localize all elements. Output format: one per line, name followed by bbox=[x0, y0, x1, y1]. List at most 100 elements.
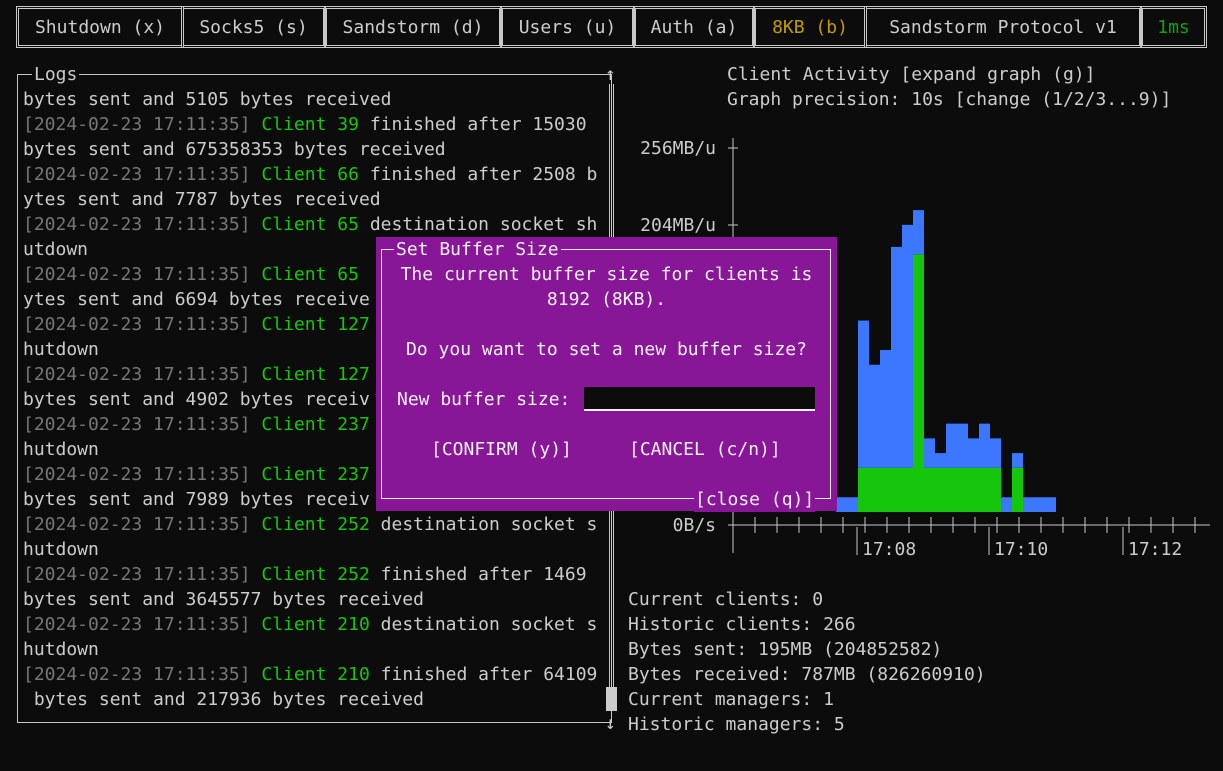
stat-current-clients: Current clients: 0 bbox=[628, 589, 824, 610]
log-client-id: Client 65 bbox=[261, 264, 359, 285]
log-message: bytes sent and 7989 bytes receiv bbox=[23, 489, 370, 510]
tab-protocol[interactable]: Sandstorm Protocol v1 bbox=[864, 6, 1142, 48]
log-message: bytes sent and 4902 bytes receiv bbox=[23, 389, 370, 410]
received-bar bbox=[836, 497, 847, 512]
log-message: bytes sent and 5105 bytes received bbox=[23, 89, 392, 110]
received-bar bbox=[1045, 497, 1056, 512]
tab-shutdown[interactable]: Shutdown (x) bbox=[16, 6, 184, 48]
scroll-down-arrow-icon[interactable]: ↓ bbox=[605, 711, 616, 736]
log-message: destination socket s bbox=[380, 514, 598, 535]
log-message: hutdown bbox=[23, 539, 99, 560]
stat-bytes-sent: Bytes sent: 195MB (204852582) bbox=[628, 639, 943, 660]
sent-bar bbox=[979, 467, 990, 512]
log-client-id: Client 66 bbox=[261, 164, 359, 185]
close-button[interactable]: [close (q)] bbox=[694, 487, 816, 512]
received-bar bbox=[1023, 497, 1034, 512]
sent-bar bbox=[869, 467, 880, 512]
log-timestamp: [2024-02-23 17:11:35] bbox=[23, 664, 251, 685]
stat-historic-clients: Historic clients: 266 bbox=[628, 614, 856, 635]
received-bar bbox=[979, 423, 990, 468]
log-line: bytes sent and 675358353 bytes received bbox=[23, 137, 608, 162]
received-bar bbox=[946, 423, 957, 468]
log-message: ytes sent and 6694 bytes receive bbox=[23, 289, 370, 310]
log-client-id: Client 39 bbox=[261, 114, 359, 135]
sent-bar bbox=[935, 467, 946, 512]
log-message: destination socket s bbox=[380, 614, 598, 635]
received-bar bbox=[869, 364, 880, 468]
log-client-id: Client 252 bbox=[261, 564, 370, 585]
cancel-button[interactable]: [CANCEL (c/n)] bbox=[629, 437, 781, 462]
log-line: [2024-02-23 17:11:35] Client 252 destina… bbox=[23, 512, 608, 537]
log-client-id: Client 237 bbox=[261, 464, 370, 485]
graph-title[interactable]: Client Activity [expand graph (g)] bbox=[727, 62, 1095, 87]
log-line: [2024-02-23 17:11:35] Client 210 destina… bbox=[23, 612, 608, 637]
received-bar bbox=[891, 246, 902, 468]
log-message: finished after 15030 bbox=[369, 114, 587, 135]
log-line: bytes sent and 5105 bytes received bbox=[23, 87, 608, 112]
confirm-button[interactable]: [CONFIRM (y)] bbox=[431, 437, 572, 462]
log-timestamp: [2024-02-23 17:11:35] bbox=[23, 264, 251, 285]
dialog-title: Set Buffer Size bbox=[394, 237, 561, 262]
y-tick-label: 0B/s bbox=[673, 515, 716, 536]
log-client-id: Client 237 bbox=[261, 414, 370, 435]
sent-bar bbox=[858, 467, 869, 512]
log-timestamp: [2024-02-23 17:11:35] bbox=[23, 514, 251, 535]
stat-current-managers: Current managers: 1 bbox=[628, 689, 834, 710]
log-message: bytes sent and 675358353 bytes received bbox=[23, 139, 446, 160]
graph-precision[interactable]: Graph precision: 10s [change (1/2/3...9)… bbox=[727, 87, 1171, 112]
log-timestamp: [2024-02-23 17:11:35] bbox=[23, 414, 251, 435]
buffer-size-input[interactable] bbox=[584, 387, 815, 411]
sent-bar bbox=[957, 467, 968, 512]
received-bar bbox=[913, 210, 924, 255]
log-line: hutdown bbox=[23, 537, 608, 562]
y-tick-label: 204MB/u bbox=[640, 215, 716, 236]
log-client-id: Client 65 bbox=[261, 214, 359, 235]
sent-bar bbox=[913, 254, 924, 512]
dialog-current-size-label: The current buffer size for clients is bbox=[400, 264, 813, 285]
dialog-current-size-value: 8192 (8KB). bbox=[546, 289, 667, 310]
sent-bar bbox=[891, 467, 902, 512]
received-bar bbox=[1034, 497, 1045, 512]
sent-bar bbox=[1012, 467, 1023, 512]
received-bar bbox=[880, 350, 891, 468]
log-timestamp: [2024-02-23 17:11:35] bbox=[23, 464, 251, 485]
sent-bar bbox=[968, 467, 979, 512]
received-bar bbox=[924, 438, 935, 468]
x-tick-label: 17:12 bbox=[1128, 539, 1182, 560]
log-message: finished after 2508 b bbox=[369, 164, 598, 185]
stat-bytes-received: Bytes received: 787MB (826260910) bbox=[628, 664, 986, 685]
tab-socks5[interactable]: Socks5 (s) bbox=[181, 6, 326, 48]
log-message: destination socket sh bbox=[369, 214, 598, 235]
stats-panel: Current clients: 0 Historic clients: 266… bbox=[628, 587, 986, 737]
tab-buffer-size[interactable]: 8KB (b) bbox=[753, 6, 867, 48]
log-timestamp: [2024-02-23 17:11:35] bbox=[23, 214, 251, 235]
tab-auth[interactable]: Auth (a) bbox=[633, 6, 755, 48]
buffer-size-input-value bbox=[584, 389, 588, 410]
received-bar bbox=[957, 423, 968, 468]
buffer-size-dialog: Set Buffer Size The current buffer size … bbox=[376, 237, 837, 512]
log-line: [2024-02-23 17:11:35] Client 65 destinat… bbox=[23, 212, 608, 237]
x-tick-label: 17:10 bbox=[994, 539, 1048, 560]
dialog-question: Do you want to set a new buffer size? bbox=[406, 339, 807, 360]
tab-sandstorm[interactable]: Sandstorm (d) bbox=[324, 6, 502, 48]
log-client-id: Client 127 bbox=[261, 314, 370, 335]
log-line: [2024-02-23 17:11:35] Client 39 finished… bbox=[23, 112, 608, 137]
received-bar bbox=[858, 320, 869, 468]
log-message: hutdown bbox=[23, 639, 99, 660]
log-line: [2024-02-23 17:11:35] Client 66 finished… bbox=[23, 162, 608, 187]
tab-latency[interactable]: 1ms bbox=[1140, 6, 1207, 48]
log-message: bytes sent and 3645577 bytes received bbox=[23, 589, 424, 610]
log-message: bytes sent and 217936 bytes received bbox=[23, 689, 424, 710]
received-bar bbox=[1001, 497, 1012, 512]
received-bar bbox=[902, 224, 913, 468]
log-timestamp: [2024-02-23 17:11:35] bbox=[23, 564, 251, 585]
tab-users[interactable]: Users (u) bbox=[500, 6, 635, 48]
log-timestamp: [2024-02-23 17:11:35] bbox=[23, 164, 251, 185]
log-message: utdown bbox=[23, 239, 89, 260]
log-timestamp: [2024-02-23 17:11:35] bbox=[23, 614, 251, 635]
log-line: hutdown bbox=[23, 637, 608, 662]
log-timestamp: [2024-02-23 17:11:35] bbox=[23, 364, 251, 385]
sent-bar bbox=[990, 467, 1001, 512]
log-line: bytes sent and 3645577 bytes received bbox=[23, 587, 608, 612]
buffer-size-input-label: New buffer size: bbox=[397, 389, 571, 410]
